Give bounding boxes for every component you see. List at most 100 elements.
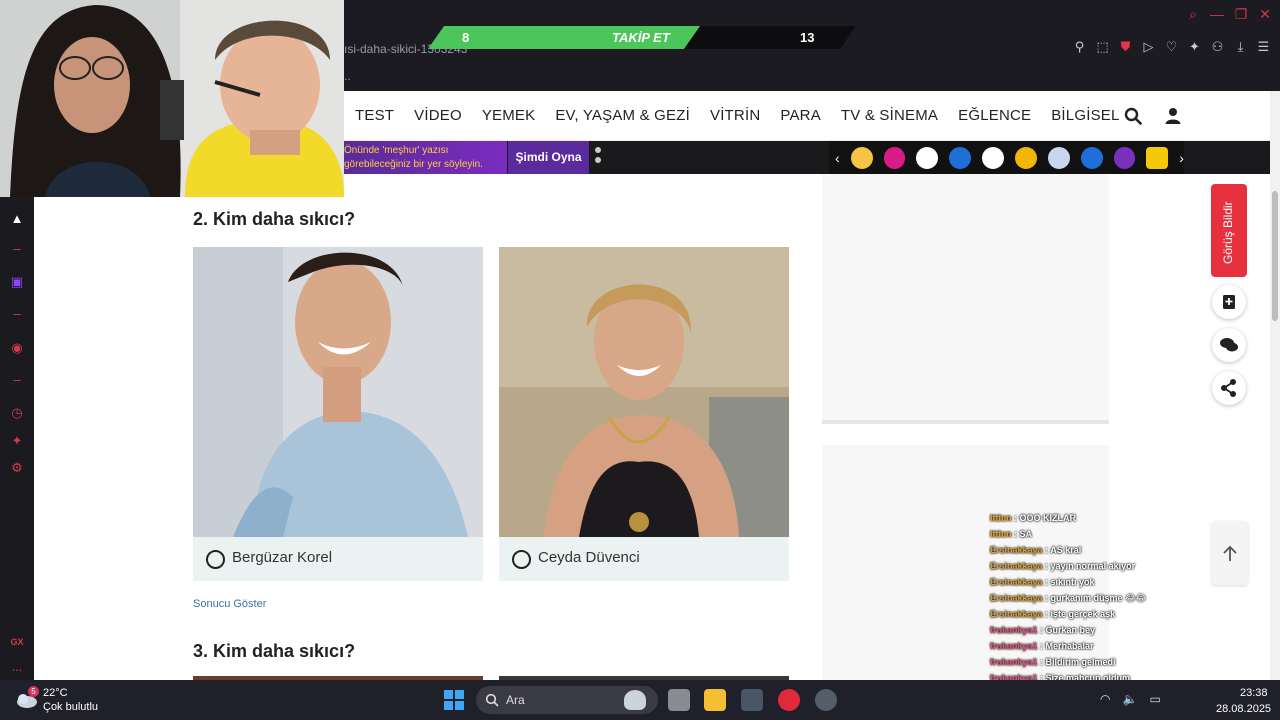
chat-text: işte gerçek aşk [1050,609,1116,619]
brand-logo[interactable] [916,146,939,169]
option-photo [193,247,483,537]
play-now-button[interactable]: Şimdi Oyna [508,141,589,174]
close-icon[interactable]: ✕ [1258,6,1272,23]
play-icon[interactable]: ▷ [1140,38,1157,55]
share-button[interactable] [1212,371,1246,405]
chat-separator: : [1037,641,1046,651]
player-icon[interactable]: ◉ [9,340,25,356]
brand-logo[interactable] [949,146,972,169]
app-icon[interactable] [741,689,763,711]
scroll-top-button[interactable] [1212,521,1248,585]
weather-temperature[interactable]: 22°C [43,687,68,699]
nav-item[interactable]: VİTRİN [710,107,760,124]
chat-text: sıkıntı yok [1050,577,1095,587]
shield-icon[interactable]: ⛊ [1117,38,1134,55]
brand-logo[interactable] [850,146,873,169]
chevron-left-icon[interactable]: ‹ [835,150,840,166]
option-radio[interactable] [512,550,531,569]
chat-text: yayın normal akıyor [1050,561,1136,571]
question-title: 2. Kim daha sıkıcı? [193,209,356,229]
weather-badge: 5 [28,686,39,697]
brand-logo[interactable] [883,146,906,169]
twitch-icon[interactable]: ▣ [9,274,25,290]
chat-username: lttlcn [990,513,1012,523]
nav-item[interactable]: YEMEK [482,107,536,124]
chat-message: frukankya1 : Gurkan bey [990,622,1180,638]
chat-message: Ersinakkaya : sıkıntı yok [990,574,1180,590]
chat-message: Ersinakkaya : yayın normal akıyor [990,558,1180,574]
heart-icon[interactable]: ♡ [1163,38,1180,55]
chat-separator: : [1042,577,1051,587]
search-icon[interactable] [1124,107,1142,125]
nav-item[interactable]: EĞLENCE [958,107,1031,124]
history-icon[interactable]: ◷ [9,405,25,421]
comments-button[interactable] [1212,328,1246,362]
taskbar-search[interactable]: Ara [476,686,658,714]
window-controls: ⌕ — ❐ ✕ [1186,6,1272,23]
brand-logo[interactable] [982,146,1004,169]
quiz-option-card[interactable]: Ceyda Düvenci [499,247,789,581]
bookmark-add-button[interactable] [1212,285,1246,319]
app-icon[interactable] [815,689,837,711]
download-icon[interactable]: ⤓ [1232,38,1249,55]
volume-icon[interactable]: 🔈 [1122,692,1137,706]
chat-message: frukankya1 : Merhabalar [990,638,1180,654]
brand-logo[interactable] [1146,146,1169,169]
opera-gx-icon[interactable] [778,689,800,711]
chat-username: Ersinakkaya [990,593,1043,603]
pin-icon[interactable]: ⚲ [1071,38,1088,55]
nav-item[interactable]: TEST [355,107,394,124]
search-icon [485,693,499,707]
menu-icon[interactable]: ☰ [1255,38,1272,55]
webcam-feed [0,0,344,197]
chevron-right-icon[interactable]: › [1179,150,1184,166]
clock-time[interactable]: 23:38 [1240,687,1268,699]
chat-text: Gurkan bey [1045,625,1096,635]
feedback-label: Görüş Bildir [1221,201,1235,264]
brand-logo[interactable] [1047,146,1070,169]
extensions-icon[interactable]: ✦ [9,433,25,449]
minimize-icon[interactable]: — [1210,6,1224,23]
nav-item[interactable]: PARA [780,107,821,124]
extensions-icon[interactable]: ✦ [1186,38,1203,55]
snapshot-icon[interactable]: ⬚ [1094,38,1111,55]
brand-logo[interactable] [1080,146,1103,169]
file-explorer-icon[interactable] [704,689,726,711]
nav-item[interactable]: VİDEO [414,107,462,124]
settings-icon[interactable]: ⚙ [9,460,25,476]
user-icon[interactable] [1164,107,1182,125]
account-icon[interactable]: ⚇ [1209,38,1226,55]
chat-text: Merhabalar [1045,641,1094,651]
show-results-link[interactable]: Sonucu Göster [193,598,266,610]
brand-logo[interactable] [1014,146,1037,169]
nav-item[interactable]: TV & SİNEMA [841,107,938,124]
taskbar-search-label: Ara [506,693,525,707]
search-icon[interactable]: ⌕ [1186,6,1200,23]
feedback-button[interactable]: Görüş Bildir [1211,184,1247,277]
windows-start-icon[interactable] [444,690,464,710]
restore-icon[interactable]: ❐ [1234,6,1248,23]
aria-icon[interactable]: ▲ [9,211,25,227]
task-view-icon[interactable] [668,689,690,711]
clock-date[interactable]: 28.08.2025 [1216,703,1271,715]
option-radio[interactable] [206,550,225,569]
wifi-icon[interactable]: ◠ [1100,692,1110,706]
divider-icon: – [13,306,21,321]
nav-item[interactable]: BİLGİSEL [1051,107,1119,124]
scroll-thumb[interactable] [1272,191,1278,321]
question-title: 3. Kim daha sıkıcı? [193,641,356,661]
weather-description[interactable]: Çok bulutlu [43,701,98,713]
chat-username: Ersinakkaya [990,577,1043,587]
brand-logo[interactable] [1113,146,1136,169]
share-icon [1221,379,1236,397]
gx-label[interactable]: GX [9,634,25,650]
battery-icon[interactable]: ▭ [1149,692,1160,706]
nav-item[interactable]: EV, YAŞAM & GEZİ [555,107,690,124]
chat-username: frukankya1 [990,641,1038,651]
chat-text: SA [1019,529,1033,539]
more-icon[interactable]: ... [9,659,25,675]
chat-separator: : [1037,657,1046,667]
option-photo [499,247,789,537]
quiz-option-card[interactable]: Bergüzar Korel [193,247,483,581]
page-scrollbar[interactable] [1270,91,1280,680]
